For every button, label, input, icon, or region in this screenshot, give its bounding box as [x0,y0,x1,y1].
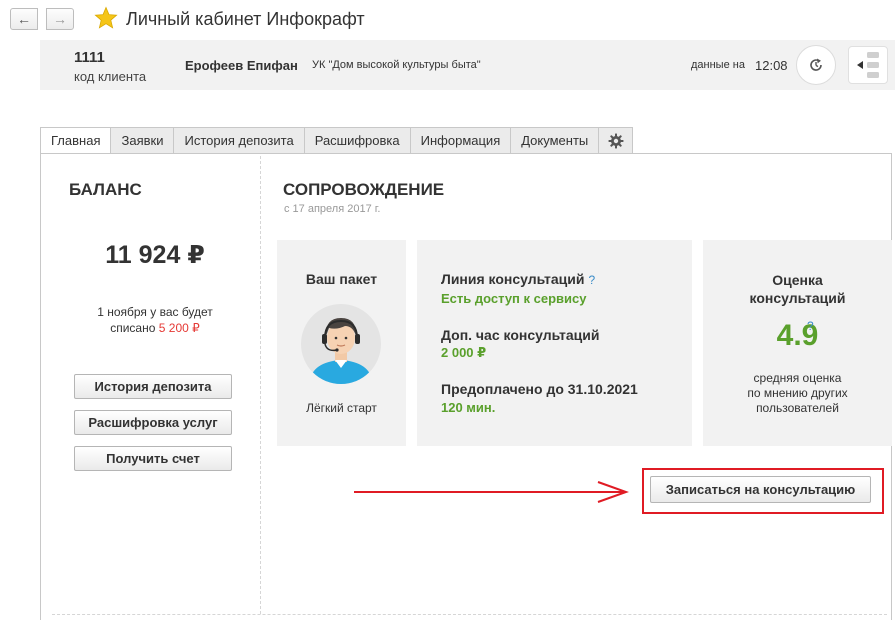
panel-toggle-icon [857,52,879,78]
extra-hour-label: Доп. час консультаций [441,327,600,343]
balance-charge-amount: 5 200 ₽ [158,321,200,335]
back-button[interactable]: ← [10,8,38,30]
consultation-info-card: Линия консультаций? Есть доступ к сервис… [417,240,692,446]
tab-main[interactable]: Главная [40,127,112,154]
gear-icon [608,133,624,148]
balance-title: БАЛАНС [69,180,142,199]
rating-title-line1: Оценка [772,272,823,288]
consult-line-label: Линия консультаций [441,271,585,287]
client-info-bar: 1111 код клиента Ерофеев Епифан УК "Дом … [40,40,895,90]
rating-sub-line2: по мнению других [747,386,848,400]
client-name: Ерофеев Епифан [185,58,298,73]
package-card: Ваш пакет Лёгкий старт [277,240,406,446]
rating-value: 4.9 [776,319,819,352]
side-panel-toggle-button[interactable] [848,46,888,84]
data-timestamp: 12:08 [755,58,788,73]
rating-description: средняя оценка по мнению других пользова… [703,371,892,416]
forward-button[interactable]: → [46,8,74,30]
tab-documents[interactable]: Документы [511,127,600,154]
app-title: Личный кабинет Инфокрафт [126,9,365,29]
prepaid-label: Предоплачено до 31.10.2021 [441,381,638,397]
tab-requests[interactable]: Заявки [111,127,175,154]
balance-note-prefix: списано [110,321,156,335]
consult-line-status: Есть доступ к сервису [441,291,587,306]
balance-charge-note: 1 ноября у вас будет списано 5 200 ₽ [40,304,270,336]
balance-note-line1: 1 ноября у вас будет [97,305,213,319]
prepaid-minutes: 120 мин. [441,400,496,415]
rating-sub-line1: средняя оценка [753,371,842,385]
tab-information[interactable]: Информация [410,127,512,154]
deposit-history-button[interactable]: История депозита [74,374,232,399]
extra-hour-price: 2 000 ₽ [441,345,487,360]
client-code-label: код клиента [74,69,147,84]
consult-line-row: Линия консультаций? [441,271,595,287]
package-name: Лёгкий старт [306,401,377,415]
consult-line-help-icon[interactable]: ? [589,273,596,287]
arrow-right-icon: → [53,11,67,27]
rating-help-icon[interactable]: ? [807,319,814,333]
refresh-button[interactable] [796,45,836,85]
support-operator-avatar [301,304,381,384]
package-title: Ваш пакет [305,271,378,287]
tab-settings[interactable] [599,127,634,154]
support-since-date: с 17 апреля 2017 г. [284,203,381,215]
window-title-bar: ← → Личный кабинет Инфокрафт [0,0,895,40]
refresh-icon [810,58,822,71]
rating-card: Оценка консультаций 4.9 ? средняя оценка… [703,240,892,446]
rating-title-line2: консультаций [749,290,846,306]
support-title: СОПРОВОЖДЕНИЕ [283,180,445,199]
services-breakdown-button[interactable]: Расшифровка услуг [74,410,232,435]
annotation-arrow [354,481,629,503]
rating-title: Оценка консультаций [703,271,892,307]
balance-note-line2: списано 5 200 ₽ [40,320,270,336]
bottom-divider [52,614,887,615]
column-divider [260,156,261,614]
tab-breakdown[interactable]: Расшифровка [304,127,411,154]
star-icon[interactable] [94,6,118,30]
data-timestamp-label: данные на [691,59,745,71]
balance-amount: 11 924 ₽ [105,241,205,269]
tab-deposit-history[interactable]: История депозита [174,127,305,154]
rating-sub-line3: пользователей [756,401,839,415]
get-invoice-button[interactable]: Получить счет [74,446,232,471]
client-code: 1111 [74,49,105,66]
book-consultation-button[interactable]: Записаться на консультацию [650,476,871,503]
arrow-left-icon: ← [17,11,31,27]
organization-name: УК "Дом высокой культуры быта" [312,59,481,71]
main-tabs: Главная Заявки История депозита Расшифро… [40,127,634,154]
